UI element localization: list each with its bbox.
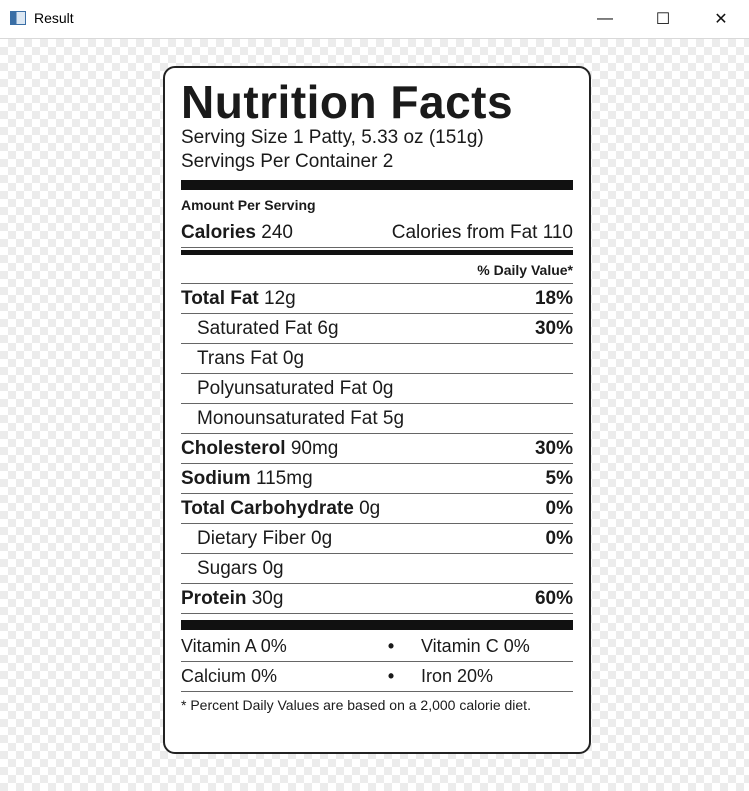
nutrient-list: Total Fat 12g 18% Saturated Fat 6g 30% Trans… [181,284,573,614]
nutrient-row: Saturated Fat 6g 30% [181,314,573,344]
maximize-button[interactable]: ☐ [640,0,686,38]
vitamin-row: Vitamin A 0% • Vitamin C 0% [181,632,573,662]
nutrient-label: Total Carbohydrate 0g [181,497,381,519]
vitamin-dot: • [387,666,395,686]
thick-divider [181,180,573,190]
nutrient-daily-value: 5% [545,467,573,489]
nutrient-label: Sodium 115mg [181,467,313,489]
nutrient-label: Total Fat 12g [181,287,296,309]
nutrient-label: Monounsaturated Fat 5g [197,407,405,429]
nutrient-daily-value: 30% [534,437,573,459]
nutrient-label: Sugars 0g [197,557,284,579]
vitamin-row: Calcium 0% • Iron 20% [181,662,573,692]
nutrient-daily-value: 0% [545,527,573,549]
nutrient-row: Cholesterol 90mg 30% [181,434,573,464]
nutrient-label: Dietary Fiber 0g [197,527,333,549]
nutrient-row: Sugars 0g [181,554,573,584]
vitamin-right: Vitamin C 0% [421,636,530,656]
daily-value-header: % Daily Value* [181,257,573,284]
serving-size: Serving Size 1 Patty, 5.33 oz (151g) [181,127,484,148]
nutrient-row: Protein 30g 60% [181,584,573,614]
minimize-button[interactable]: — [582,0,628,38]
nutrient-label: Cholesterol 90mg [181,437,339,459]
calories-from-fat: Calories from Fat 110 [391,221,573,243]
medium-divider [181,250,573,255]
nutrient-row: Total Carbohydrate 0g 0% [181,494,573,524]
vitamin-dot: • [387,636,395,656]
vitamin-left: Calcium 0% [181,666,278,686]
nutrient-label: Saturated Fat 6g [197,317,339,339]
nutrient-row: Polyunsaturated Fat 0g [181,374,573,404]
label-title: Nutrition Facts [181,76,514,128]
thick-divider-2 [181,620,573,630]
nutrient-label: Polyunsaturated Fat 0g [197,377,394,399]
nutrient-daily-value: 30% [534,317,573,339]
window-titlebar: Result — ☐ ✕ [0,0,749,39]
calories: Calories 240 [181,221,293,243]
vitamin-left: Vitamin A 0% [181,636,287,656]
nutrient-daily-value: 0% [545,497,573,519]
nutrient-row: Monounsaturated Fat 5g [181,404,573,434]
window-title: Result [34,10,74,26]
servings-per-container: Servings Per Container 2 [181,151,394,172]
close-button[interactable]: ✕ [698,0,744,38]
app-icon [10,11,26,25]
nutrient-row: Sodium 115mg 5% [181,464,573,494]
nutrient-row: Trans Fat 0g [181,344,573,374]
footnote: * Percent Daily Values are based on a 2,… [181,697,531,713]
vitamin-right: Iron 20% [421,666,494,686]
nutrient-daily-value: 60% [534,587,573,609]
nutrient-daily-value: 18% [534,287,573,309]
nutrient-row: Dietary Fiber 0g 0% [181,524,573,554]
nutrition-label: Nutrition Facts Serving Size 1 Patty, 5.… [163,66,591,754]
amount-per-serving: Amount Per Serving [181,197,316,213]
nutrient-row: Total Fat 12g 18% [181,284,573,314]
nutrient-label: Protein 30g [181,587,284,609]
calories-row: Calories 240 Calories from Fat 110 [181,218,573,248]
nutrient-label: Trans Fat 0g [197,347,305,369]
vitamin-list: Vitamin A 0% • Vitamin C 0% Calcium 0% • Iron… [181,632,573,692]
